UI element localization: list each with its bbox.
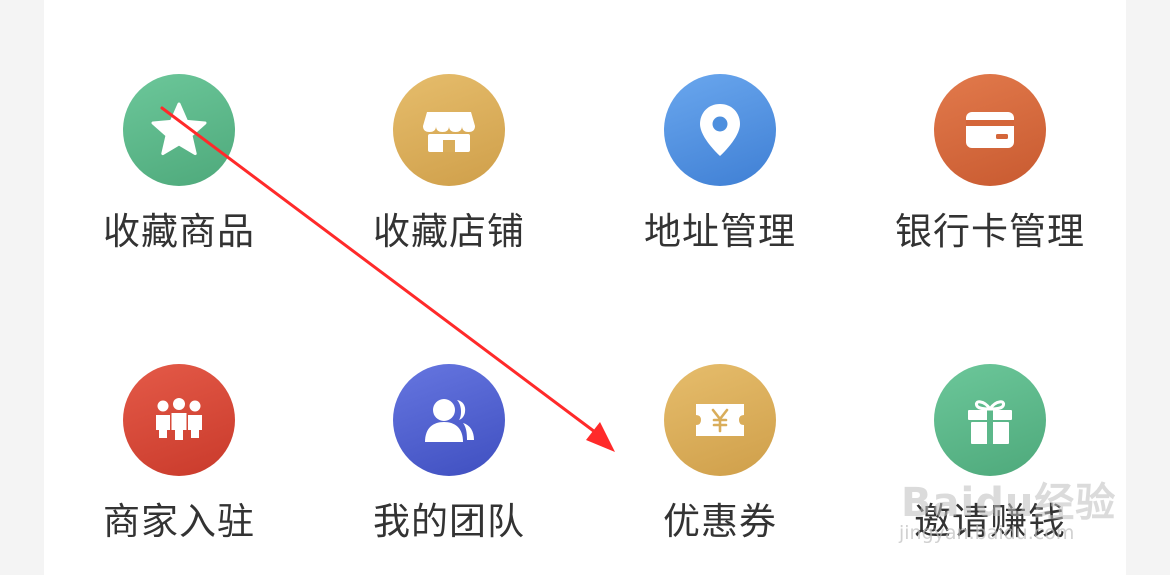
menu-item-label: 收藏店铺 <box>373 210 525 253</box>
menu-item-label: 优惠券 <box>663 500 777 543</box>
coupon-icon <box>696 404 744 436</box>
store-icon <box>423 112 475 152</box>
menu-item-my-team[interactable]: 我的团队 <box>334 364 564 564</box>
menu-item-label: 地址管理 <box>644 210 796 253</box>
menu-grid: 收藏商品 收藏店铺 地址管理 银行卡管理 商家入驻 我的团队 优惠券 邀请赚钱 <box>44 0 1126 575</box>
bank-card-icon-circle <box>934 74 1046 186</box>
address-icon-circle <box>664 74 776 186</box>
gift-icon <box>968 400 1012 444</box>
team-icon <box>425 399 474 442</box>
favorite-products-icon-circle <box>123 74 235 186</box>
favorite-stores-icon-circle <box>393 74 505 186</box>
my-team-icon-circle <box>393 364 505 476</box>
menu-item-favorite-products[interactable]: 收藏商品 <box>64 74 294 274</box>
bank-card-icon <box>966 112 1014 148</box>
invite-earn-icon-circle <box>934 364 1046 476</box>
coupons-icon-circle <box>664 364 776 476</box>
menu-item-merchant-join[interactable]: 商家入驻 <box>64 364 294 564</box>
menu-item-label: 收藏商品 <box>103 210 255 253</box>
menu-item-invite-earn[interactable]: 邀请赚钱 <box>875 364 1105 564</box>
menu-item-bank-card-management[interactable]: 银行卡管理 <box>875 74 1105 274</box>
menu-item-label: 银行卡管理 <box>895 210 1085 253</box>
menu-item-favorite-stores[interactable]: 收藏店铺 <box>334 74 564 274</box>
people-group-icon <box>156 398 202 440</box>
menu-item-coupons[interactable]: 优惠券 <box>605 364 835 564</box>
menu-item-label: 邀请赚钱 <box>914 500 1066 543</box>
menu-item-label: 我的团队 <box>373 500 525 543</box>
merchant-join-icon-circle <box>123 364 235 476</box>
menu-item-label: 商家入驻 <box>103 500 255 543</box>
menu-item-address-management[interactable]: 地址管理 <box>605 74 835 274</box>
location-pin-icon <box>700 104 740 156</box>
star-icon <box>151 102 207 156</box>
menu-card: 收藏商品 收藏店铺 地址管理 银行卡管理 商家入驻 我的团队 优惠券 邀请赚钱 <box>44 0 1126 575</box>
